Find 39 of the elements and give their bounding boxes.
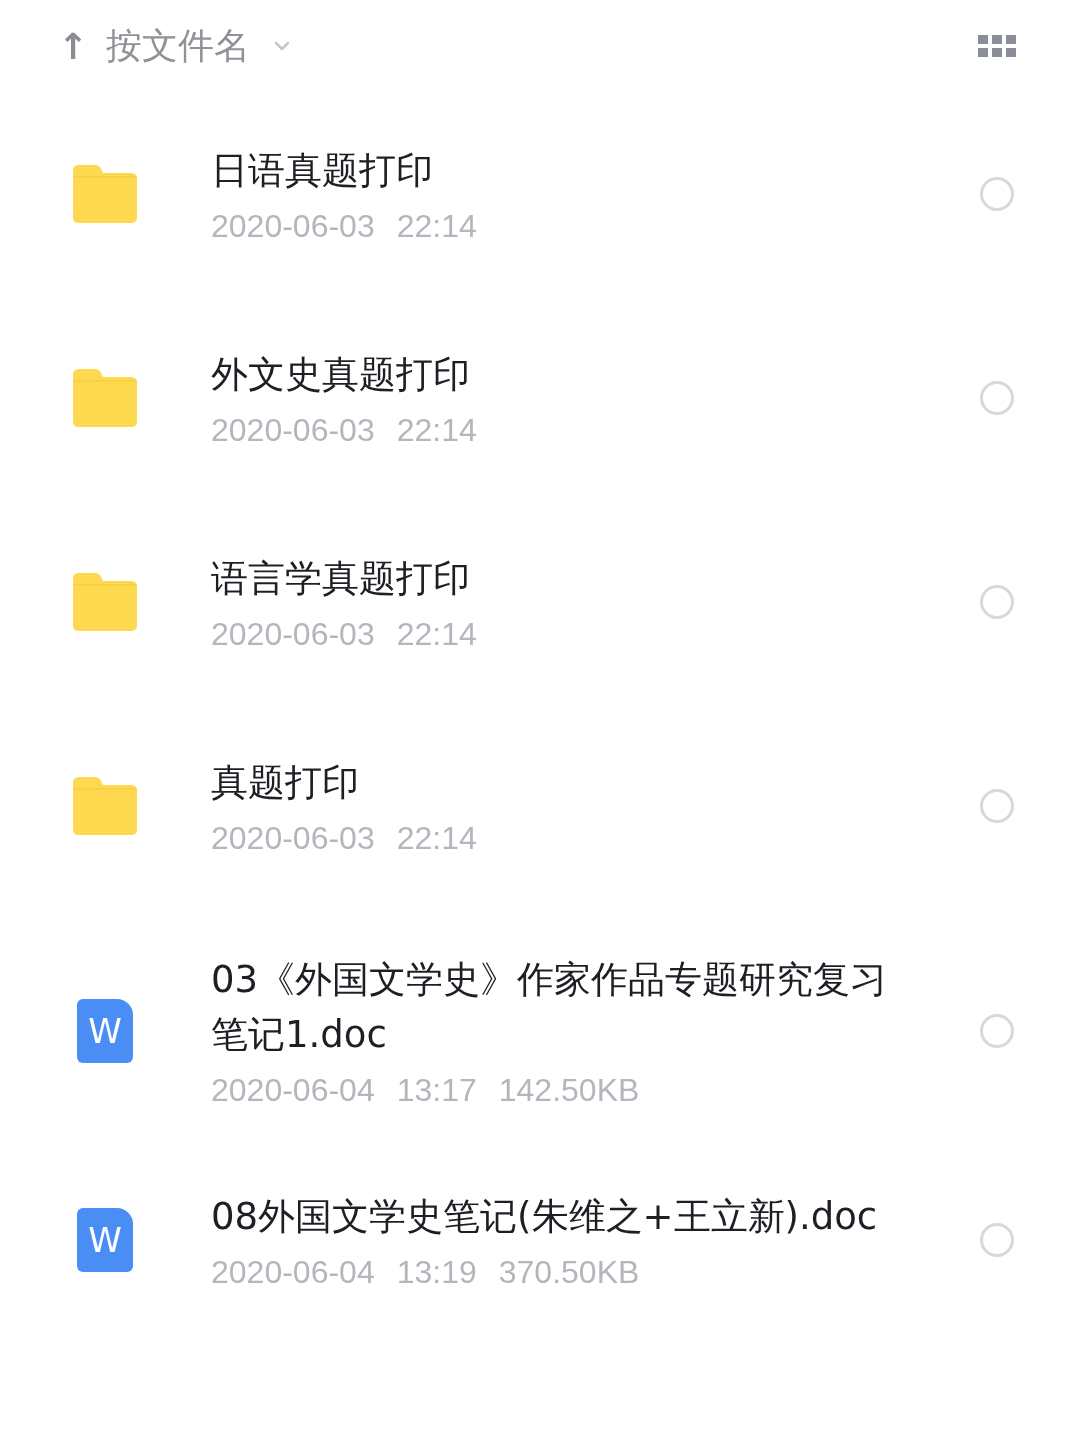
file-meta: 22:14 [396, 616, 477, 653]
folder-icon [73, 777, 137, 835]
file-meta: 2020-06-04 [211, 1072, 375, 1109]
file-meta: 22:14 [396, 820, 477, 857]
file-name: 外文史真题打印 [211, 352, 471, 398]
select-radio[interactable] [980, 381, 1014, 415]
file-row[interactable]: 真题打印 2020-06-03 22:14 [0, 704, 1080, 908]
file-meta: 13:19 [396, 1254, 477, 1291]
document-icon: W [77, 1208, 133, 1272]
select-radio[interactable] [980, 789, 1014, 823]
folder-icon [73, 573, 137, 631]
file-name: 08外国文学史笔记(朱维之+王立新).doc [211, 1194, 879, 1240]
select-radio[interactable] [980, 177, 1014, 211]
file-meta: 2020-06-03 [211, 820, 375, 857]
file-name: 语言学真题打印 [211, 556, 471, 602]
file-meta: 2020-06-04 [211, 1254, 375, 1291]
file-row[interactable]: 语言学真题打印 2020-06-03 22:14 [0, 500, 1080, 704]
file-meta: 142.50KB [498, 1072, 640, 1109]
file-meta: 2020-06-03 [211, 412, 375, 449]
file-row[interactable]: W 08外国文学史笔记(朱维之+王立新).doc 2020-06-04 13:19 370.50KB [0, 1145, 1080, 1327]
document-icon: W [77, 998, 133, 1063]
file-meta: 370.50KB [498, 1254, 640, 1291]
folder-icon [73, 165, 137, 223]
file-meta: 22:14 [396, 412, 477, 449]
select-radio[interactable] [980, 1013, 1014, 1048]
file-name: 真题打印 [211, 760, 360, 806]
file-meta: 2020-06-03 [211, 208, 375, 245]
file-row[interactable]: 日语真题打印 2020-06-03 22:14 [0, 92, 1080, 296]
file-meta: 13:17 [396, 1072, 477, 1109]
select-radio[interactable] [980, 585, 1014, 619]
file-name: 日语真题打印 [211, 148, 434, 194]
folder-icon [73, 369, 137, 427]
file-row[interactable]: 外文史真题打印 2020-06-03 22:14 [0, 296, 1080, 500]
file-name: 03《外国文学史》作家作品专题研究复习笔记1.doc [211, 957, 889, 1058]
select-radio[interactable] [980, 1223, 1014, 1257]
file-meta: 22:14 [396, 208, 477, 245]
grid-view-icon[interactable] [978, 35, 1016, 57]
file-row[interactable]: W 03《外国文学史》作家作品专题研究复习笔记1.doc 2020-06-04 13:17 142.50KB [0, 908, 1080, 1145]
file-meta: 2020-06-03 [211, 616, 375, 653]
